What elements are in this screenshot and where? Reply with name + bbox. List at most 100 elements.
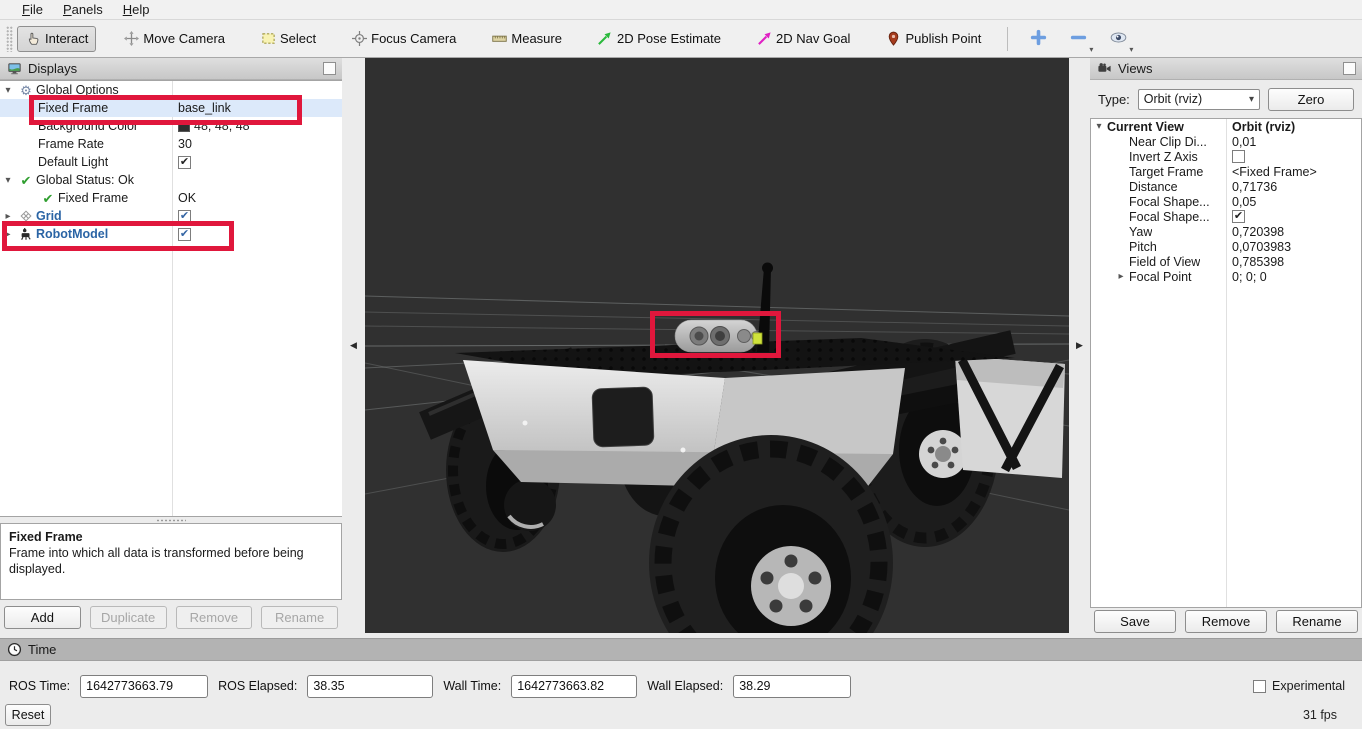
property-value[interactable]: ✔ [178, 156, 191, 169]
zero-button[interactable]: Zero [1268, 88, 1354, 111]
property-value[interactable]: 0,785398 [1232, 255, 1284, 269]
property-value[interactable]: ✔ [178, 228, 191, 241]
displays-panel-header[interactable]: Displays [0, 58, 342, 80]
collapse-left-icon[interactable]: ◀ [350, 340, 357, 351]
property-value[interactable]: 48; 48; 48 [178, 119, 250, 133]
wall-elapsed-field[interactable] [733, 675, 851, 698]
tree-row-yaw[interactable]: Yaw0,720398 [1091, 224, 1361, 239]
collapse-icon[interactable]: ▾ [1091, 121, 1107, 132]
minus-icon [1070, 29, 1087, 49]
property-value[interactable]: 0,0703983 [1232, 240, 1291, 254]
time-panel-header[interactable]: Time [0, 639, 1362, 661]
rename-button[interactable]: Rename [1276, 610, 1358, 633]
ros-time-field[interactable] [80, 675, 208, 698]
tree-row-pitch[interactable]: Pitch 0,0703983 [1091, 239, 1361, 254]
tree-row-grid[interactable]: ▸Grid✔ [0, 207, 342, 225]
property-value[interactable]: OK [178, 191, 196, 205]
displays-float-button[interactable] [323, 62, 336, 75]
tree-row-default-light[interactable]: Default Light✔ [0, 153, 342, 171]
main-area: Displays ▾⚙Global OptionsFixed Framebase… [0, 58, 1362, 638]
tree-row-current-view[interactable]: ▾Current ViewOrbit (rviz) [1091, 119, 1361, 134]
property-value[interactable] [1232, 150, 1245, 163]
tool-interact[interactable]: Interact [17, 26, 96, 52]
property-value[interactable]: 0,01 [1232, 135, 1256, 149]
checkbox-checked[interactable]: ✔ [178, 210, 191, 223]
menu-file[interactable]: File [12, 1, 53, 18]
tree-row-focal-point[interactable]: ▸Focal Point0; 0; 0 [1091, 269, 1361, 284]
right-splitter[interactable]: ▶ [1069, 58, 1090, 638]
tool-move-camera[interactable]: Move Camera [115, 26, 233, 52]
tree-row-focal-shape[interactable]: Focal Shape...0,05 [1091, 194, 1361, 209]
tree-row-near-clip-di[interactable]: Near Clip Di...0,01 [1091, 134, 1361, 149]
toolbar-eye-icon[interactable]: ▾ [1102, 25, 1134, 53]
tree-row-field-of-view[interactable]: Field of View0,785398 [1091, 254, 1361, 269]
clock-icon [6, 642, 22, 658]
chevron-down-icon[interactable]: ▾ [1089, 46, 1093, 54]
tree-row-target-frame[interactable]: Target Frame<Fixed Frame> [1091, 164, 1361, 179]
wall-elapsed-label: Wall Elapsed: [647, 679, 723, 693]
property-value[interactable]: 0,71736 [1232, 180, 1277, 194]
experimental-checkbox[interactable]: Experimental [1253, 679, 1345, 693]
property-name: Pitch [1129, 240, 1157, 254]
tree-row-global-options[interactable]: ▾⚙Global Options [0, 81, 342, 99]
expand-icon[interactable]: ▸ [0, 229, 16, 240]
render-viewport[interactable] [365, 58, 1069, 633]
displays-icon [6, 61, 22, 77]
tool-2d-nav-goal[interactable]: 2D Nav Goal [748, 26, 858, 52]
remove-button[interactable]: Remove [1185, 610, 1267, 633]
value-text: 0,05 [1232, 195, 1256, 209]
collapse-icon[interactable]: ▾ [0, 175, 16, 186]
tool-measure[interactable]: Measure [483, 26, 570, 52]
tree-row-global-status-ok[interactable]: ▾✔Global Status: Ok [0, 171, 342, 189]
property-value[interactable]: <Fixed Frame> [1232, 165, 1317, 179]
save-button[interactable]: Save [1094, 610, 1176, 633]
check-icon: ✔ [16, 174, 36, 187]
checkbox-unchecked[interactable] [1232, 150, 1245, 163]
experimental-checkbox-box[interactable] [1253, 680, 1266, 693]
row-label-cell: ▾✔Global Status: Ok [0, 173, 134, 187]
ros-elapsed-field[interactable] [307, 675, 433, 698]
tree-row-fixed-frame[interactable]: Fixed Framebase_link [0, 99, 342, 117]
tree-row-distance[interactable]: Distance0,71736 [1091, 179, 1361, 194]
property-value[interactable]: 0,05 [1232, 195, 1256, 209]
expand-icon[interactable]: ▸ [1113, 271, 1129, 282]
menu-help[interactable]: Help [113, 1, 160, 18]
tree-row-fixed-frame[interactable]: ✔Fixed FrameOK [0, 189, 342, 207]
tool-focus-camera[interactable]: Focus Camera [343, 26, 464, 52]
wall-time-field[interactable] [511, 675, 637, 698]
views-panel-header[interactable]: Views [1090, 58, 1362, 80]
collapse-right-icon[interactable]: ▶ [1076, 340, 1083, 351]
add-button[interactable]: Add [4, 606, 81, 629]
checkbox-checked[interactable]: ✔ [178, 228, 191, 241]
chevron-down-icon[interactable]: ▾ [1129, 46, 1133, 54]
tree-row-robotmodel[interactable]: ▸RobotModel✔ [0, 225, 342, 243]
property-value[interactable]: 0; 0; 0 [1232, 270, 1267, 284]
checkbox-checked[interactable]: ✔ [178, 156, 191, 169]
reset-button[interactable]: Reset [5, 704, 51, 726]
view-type-combobox[interactable]: Orbit (rviz) ▾ [1138, 89, 1260, 110]
property-value[interactable]: ✔ [1232, 210, 1245, 223]
left-splitter[interactable]: ◀ [342, 58, 365, 638]
tool-2d-pose-estimate[interactable]: 2D Pose Estimate [589, 26, 729, 52]
tree-row-background-color[interactable]: Background Color48; 48; 48 [0, 117, 342, 135]
expand-icon[interactable]: ▸ [0, 211, 16, 222]
property-value[interactable]: 0,720398 [1232, 225, 1284, 239]
tree-row-invert-z-axis[interactable]: Invert Z Axis [1091, 149, 1361, 164]
toolbar-drag-handle[interactable] [6, 26, 13, 52]
tree-row-focal-shape[interactable]: Focal Shape...✔ [1091, 209, 1361, 224]
property-value[interactable]: base_link [178, 101, 231, 115]
menu-panels[interactable]: Panels [53, 1, 113, 18]
views-float-button[interactable] [1343, 62, 1356, 75]
tool-publish-point[interactable]: Publish Point [877, 26, 989, 52]
view-type-label: Type: [1098, 92, 1130, 107]
collapse-icon[interactable]: ▾ [0, 85, 16, 96]
tree-row-frame-rate[interactable]: Frame Rate30 [0, 135, 342, 153]
property-value[interactable]: Orbit (rviz) [1232, 120, 1295, 134]
views-panel-title: Views [1118, 61, 1152, 76]
property-value[interactable]: ✔ [178, 210, 191, 223]
tool-select[interactable]: Select [252, 26, 324, 52]
toolbar-minus-icon[interactable]: ▾ [1062, 25, 1094, 53]
property-value[interactable]: 30 [178, 137, 192, 151]
checkbox-checked[interactable]: ✔ [1232, 210, 1245, 223]
toolbar-plus-icon[interactable] [1022, 25, 1054, 53]
